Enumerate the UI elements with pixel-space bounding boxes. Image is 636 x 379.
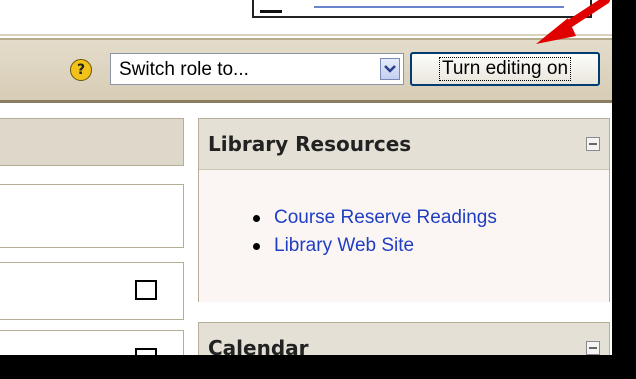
dropdown-arrow-icon[interactable] — [380, 58, 400, 80]
select-checkbox[interactable] — [135, 280, 157, 300]
left-block-header — [0, 118, 184, 166]
library-web-site-link[interactable]: Library Web Site — [253, 232, 497, 260]
left-block-content — [0, 184, 184, 248]
calendar-block: Calendar — [198, 322, 610, 355]
top-band — [0, 0, 612, 36]
library-resources-title: Library Resources — [208, 132, 412, 156]
left-block-row — [0, 330, 184, 355]
select-checkbox[interactable] — [135, 348, 157, 355]
collapse-icon[interactable] — [586, 341, 600, 355]
top-band-divider — [0, 34, 612, 36]
library-resources-block: Library Resources Course Reserve Reading… — [198, 118, 610, 302]
switch-role-select[interactable]: Switch role to... — [110, 53, 404, 85]
course-reserve-readings-link[interactable]: Course Reserve Readings — [253, 204, 497, 232]
left-block-row — [0, 262, 184, 320]
header-fragment-icon — [260, 0, 282, 13]
calendar-header: Calendar — [199, 323, 609, 355]
header-fragment-link[interactable] — [314, 6, 564, 8]
library-resources-body: Course Reserve Readings Library Web Site — [199, 170, 609, 302]
screenshot-frame: ? Switch role to... Turn editing on Libr… — [0, 0, 612, 355]
turn-editing-on-button[interactable]: Turn editing on — [410, 52, 600, 86]
library-links-list: Course Reserve Readings Library Web Site — [253, 204, 497, 260]
collapse-icon[interactable] — [586, 137, 600, 151]
calendar-title: Calendar — [208, 336, 309, 355]
red-arrow-annotation — [536, 0, 610, 44]
switch-role-value: Switch role to... — [119, 59, 249, 80]
help-icon[interactable]: ? — [70, 59, 92, 81]
library-resources-header: Library Resources — [199, 119, 609, 170]
turn-editing-on-label: Turn editing on — [438, 57, 572, 81]
